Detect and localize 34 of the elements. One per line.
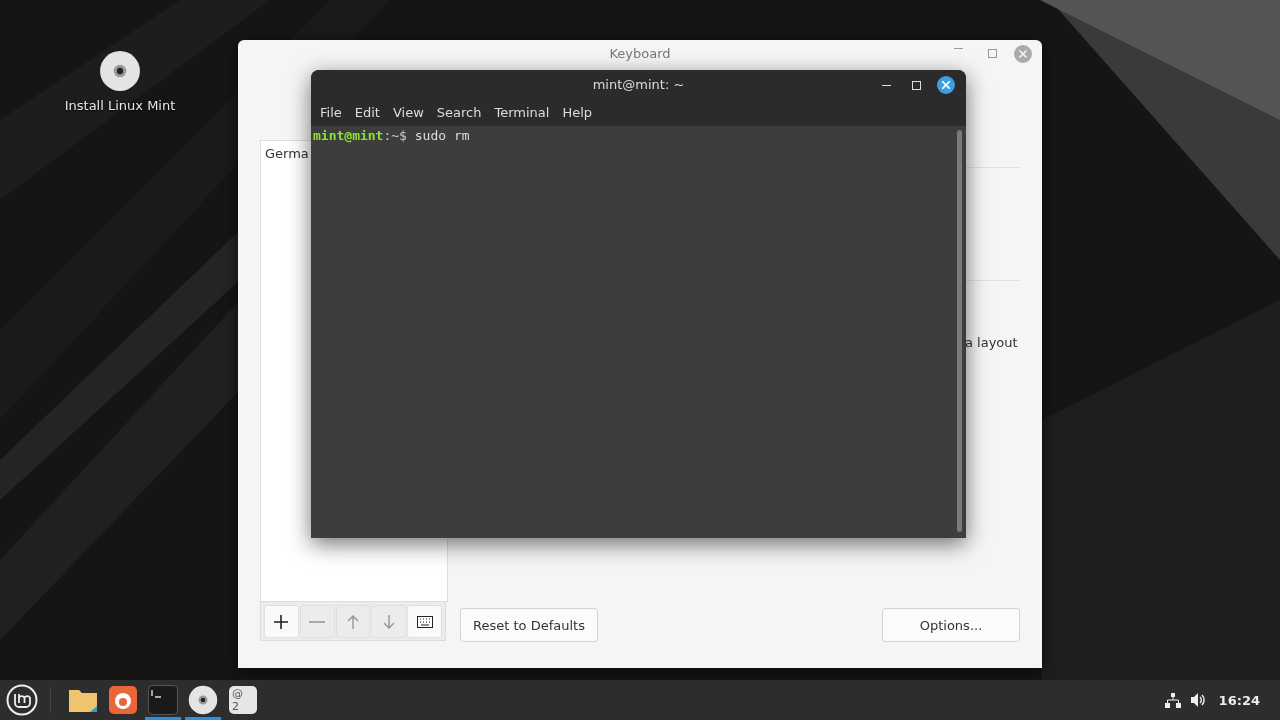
options-button[interactable]: Options... bbox=[882, 608, 1020, 642]
minus-icon bbox=[309, 620, 326, 623]
menu-item[interactable]: File bbox=[313, 103, 348, 122]
window-title: mint@mint: ~ bbox=[591, 77, 686, 92]
desktop-icon-label[interactable]: Install Linux Mint bbox=[64, 98, 176, 113]
browser-icon[interactable] bbox=[109, 686, 137, 714]
up-arrow-icon bbox=[347, 614, 359, 629]
down-arrow-icon bbox=[382, 614, 395, 629]
keyboard-button[interactable] bbox=[407, 605, 442, 638]
menu-item[interactable]: Terminal bbox=[487, 103, 556, 122]
close-button[interactable] bbox=[937, 76, 955, 94]
scrollbar[interactable] bbox=[957, 130, 962, 532]
volume-icon[interactable] bbox=[1190, 693, 1207, 707]
add-button[interactable] bbox=[264, 605, 299, 638]
menu-item[interactable]: View bbox=[385, 103, 430, 122]
menu-item[interactable]: Search bbox=[429, 103, 488, 122]
menu-item[interactable]: Help bbox=[555, 103, 599, 122]
network-icon[interactable] bbox=[1164, 692, 1181, 708]
clock[interactable]: 16:24 bbox=[1218, 692, 1260, 708]
window-title: Keyboard bbox=[608, 46, 672, 61]
menu-icon[interactable] bbox=[6, 684, 38, 716]
disc-icon[interactable] bbox=[188, 685, 218, 715]
close-icon bbox=[942, 81, 950, 89]
layout-item[interactable]: Germa bbox=[265, 146, 309, 161]
command-line: mint@mint:~$ sudo rm bbox=[312, 127, 471, 145]
folder-icon[interactable] bbox=[68, 687, 98, 713]
hint-text: a layout bbox=[965, 335, 1018, 350]
menu-item[interactable]: Edit bbox=[347, 103, 386, 122]
plus-icon bbox=[273, 613, 290, 630]
disc-icon[interactable] bbox=[99, 50, 141, 92]
keyboard-icon bbox=[416, 615, 433, 628]
reset-button[interactable]: Reset to Defaults bbox=[460, 608, 598, 642]
terminal-icon[interactable] bbox=[148, 685, 178, 715]
app-icon[interactable]: @ 2 bbox=[229, 686, 257, 714]
